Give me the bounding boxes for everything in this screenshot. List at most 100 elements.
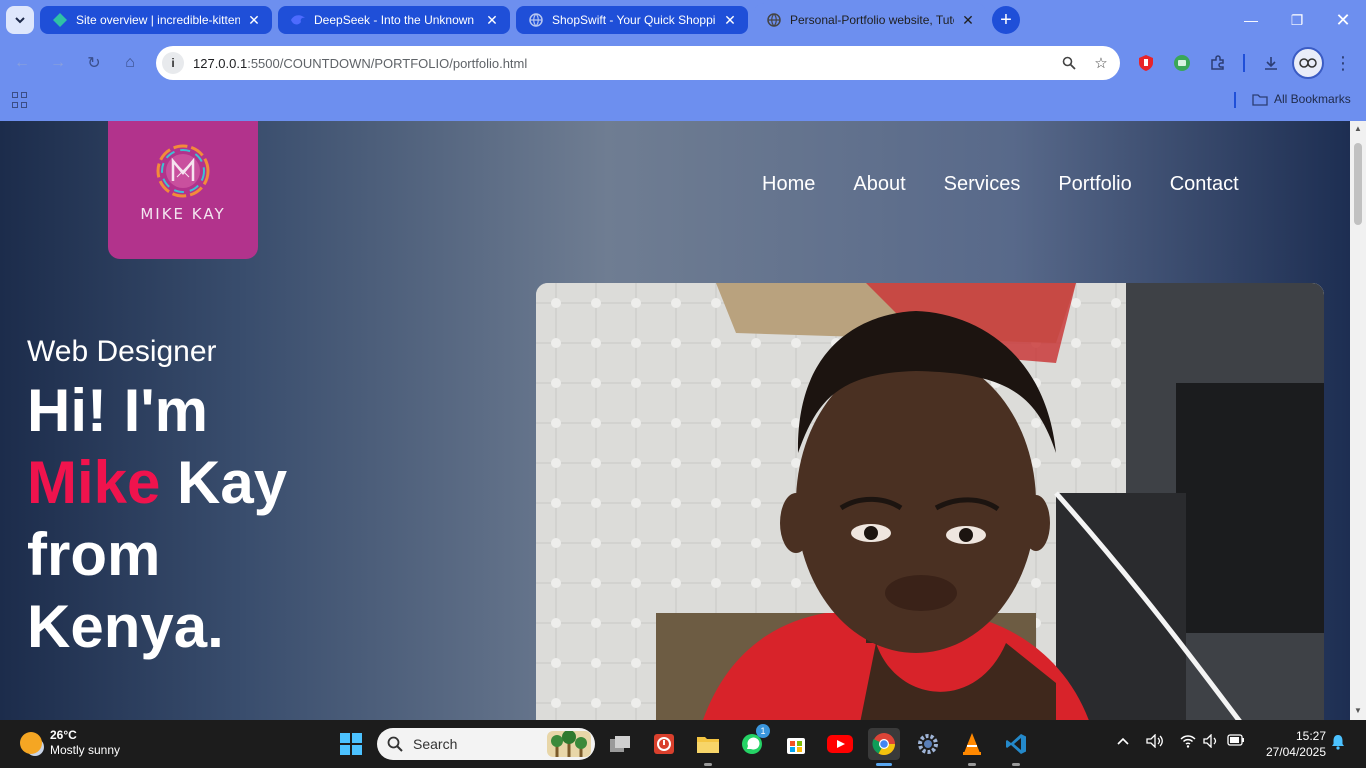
search-label: Search <box>413 736 458 752</box>
all-bookmarks-button[interactable]: All Bookmarks <box>1252 92 1351 106</box>
bookmarks-divider <box>1234 92 1236 108</box>
running-indicator <box>1012 763 1020 766</box>
hero-line-name: Mike Kay <box>27 447 387 519</box>
vlc-icon[interactable] <box>956 728 988 766</box>
url-path: :5500/COUNTDOWN/PORTFOLIO/portfolio.html <box>247 55 528 71</box>
app-red-icon[interactable] <box>648 728 680 760</box>
menu-kebab-icon[interactable]: ⋮ <box>1331 51 1355 75</box>
extensions-puzzle-icon[interactable] <box>1206 51 1230 75</box>
close-icon[interactable]: ✕ <box>960 12 976 29</box>
windows-taskbar: 26°C Mostly sunny Search 1 15:27 27/04/2… <box>0 720 1366 768</box>
profile-icon <box>1299 58 1317 68</box>
tab-title: DeepSeek - Into the Unknown <box>314 13 475 27</box>
bookmarks-bar: All Bookmarks <box>0 86 1366 114</box>
browser-toolbar: ← → ↻ ⌂ i 127.0.0.1:5500/COUNTDOWN/PORTF… <box>0 42 1366 84</box>
chrome-icon[interactable] <box>868 728 900 766</box>
nav-portfolio[interactable]: Portfolio <box>1058 173 1131 196</box>
scroll-up-icon[interactable]: ▲ <box>1353 124 1363 134</box>
site-logo[interactable]: MIKE KAY <box>108 121 258 259</box>
hero-name-accent: Mike <box>27 449 161 516</box>
tab-title: Personal-Portfolio website, Tutorial <box>790 13 954 27</box>
apps-grid-icon[interactable] <box>12 92 28 108</box>
tray-chevron-up-icon[interactable] <box>1116 734 1130 749</box>
zoom-icon[interactable] <box>1056 50 1082 76</box>
vscode-icon[interactable] <box>1000 728 1032 766</box>
scroll-down-icon[interactable]: ▼ <box>1353 706 1363 716</box>
all-bookmarks-label: All Bookmarks <box>1274 92 1351 106</box>
hero-line-greeting: Hi! I'm <box>27 377 208 444</box>
home-icon[interactable]: ⌂ <box>117 50 143 76</box>
volume-icon[interactable] <box>1203 733 1219 751</box>
weather-temp: 26°C <box>50 728 77 742</box>
url-host: 127.0.0.1 <box>193 55 248 71</box>
hero-name-rest: Kay <box>160 449 288 516</box>
download-icon[interactable] <box>1259 51 1283 75</box>
clock-date: 27/04/2025 <box>1265 745 1326 759</box>
profile-photo <box>536 283 1324 720</box>
youtube-icon[interactable] <box>824 728 856 760</box>
portrait-image <box>536 283 1324 720</box>
netlify-icon <box>52 12 68 28</box>
weather-desc: Mostly sunny <box>50 743 121 757</box>
bookmark-star-icon[interactable]: ☆ <box>1088 50 1114 76</box>
toolbar-divider <box>1243 54 1245 72</box>
tab-deepseek[interactable]: DeepSeek - Into the Unknown ✕ <box>278 6 510 34</box>
system-clock[interactable]: 15:27 27/04/2025 <box>1258 728 1326 760</box>
nav-contact[interactable]: Contact <box>1170 173 1239 196</box>
notification-bell-icon[interactable] <box>1331 734 1345 753</box>
scrollbar-thumb[interactable] <box>1354 143 1362 225</box>
globe-icon <box>528 12 544 28</box>
tab-title: ShopSwift - Your Quick Shopping <box>552 13 716 27</box>
tab-strip: Site overview | incredible-kitten ✕ Deep… <box>0 0 1366 40</box>
taskbar-search[interactable]: Search <box>377 728 595 760</box>
globe-icon <box>766 12 782 28</box>
tab-portfolio[interactable]: Personal-Portfolio website, Tutorial ✕ <box>754 3 986 37</box>
hero-line-from: from <box>27 521 161 588</box>
close-icon[interactable]: ✕ <box>484 12 500 29</box>
running-indicator <box>876 763 892 766</box>
running-indicator <box>704 763 712 766</box>
forward-arrow-icon[interactable]: → <box>45 50 71 76</box>
sun-cloud-icon <box>20 732 42 754</box>
wifi-icon[interactable] <box>1180 734 1196 751</box>
reload-icon[interactable]: ↻ <box>81 50 107 76</box>
profile-avatar[interactable] <box>1292 47 1324 79</box>
browser-chrome: Site overview | incredible-kitten ✕ Deep… <box>0 0 1366 121</box>
window-close-icon[interactable]: ✕ <box>1320 0 1366 40</box>
tab-site-overview[interactable]: Site overview | incredible-kitten ✕ <box>40 6 272 34</box>
close-icon[interactable]: ✕ <box>722 12 738 29</box>
url-text[interactable]: 127.0.0.1:5500/COUNTDOWN/PORTFOLIO/portf… <box>193 56 1056 71</box>
close-icon[interactable]: ✕ <box>246 12 262 29</box>
task-view-icon[interactable] <box>604 728 636 760</box>
robot-extension-icon[interactable] <box>1170 51 1194 75</box>
audio-device-icon[interactable] <box>1146 733 1164 751</box>
address-bar[interactable]: i 127.0.0.1:5500/COUNTDOWN/PORTFOLIO/por… <box>156 46 1120 80</box>
tab-shopswift[interactable]: ShopSwift - Your Quick Shopping ✕ <box>516 6 748 34</box>
windows-start-icon[interactable] <box>335 728 367 760</box>
search-highlight-icon <box>547 731 591 757</box>
deepseek-icon <box>290 12 306 28</box>
hero-subtitle: Web Designer <box>27 335 217 368</box>
weather-text: 26°C Mostly sunny <box>50 728 120 758</box>
folder-icon <box>1252 93 1268 106</box>
tab-search-button[interactable] <box>6 6 34 34</box>
nav-home[interactable]: Home <box>762 173 815 196</box>
restore-icon[interactable]: ❐ <box>1274 0 1320 40</box>
battery-icon[interactable] <box>1227 734 1245 749</box>
weather-widget[interactable]: 26°C Mostly sunny <box>20 728 120 758</box>
hero-line-country: Kenya. <box>27 593 224 660</box>
page-viewport: MIKE KAY Home About Services Portfolio C… <box>0 121 1350 720</box>
nav-about[interactable]: About <box>853 173 905 196</box>
site-info-icon[interactable]: i <box>162 52 184 74</box>
settings-gear-icon[interactable] <box>912 728 944 760</box>
minimize-icon[interactable]: — <box>1228 0 1274 40</box>
adblock-extension-icon[interactable] <box>1134 51 1158 75</box>
file-explorer-icon[interactable] <box>692 728 724 766</box>
chevron-down-icon <box>15 17 25 24</box>
whatsapp-icon[interactable]: 1 <box>736 724 770 760</box>
new-tab-button[interactable]: + <box>992 6 1020 34</box>
page-scrollbar[interactable]: ▲ ▼ <box>1350 121 1366 720</box>
back-arrow-icon[interactable]: ← <box>9 50 35 76</box>
nav-services[interactable]: Services <box>944 173 1021 196</box>
microsoft-store-icon[interactable] <box>780 728 812 760</box>
